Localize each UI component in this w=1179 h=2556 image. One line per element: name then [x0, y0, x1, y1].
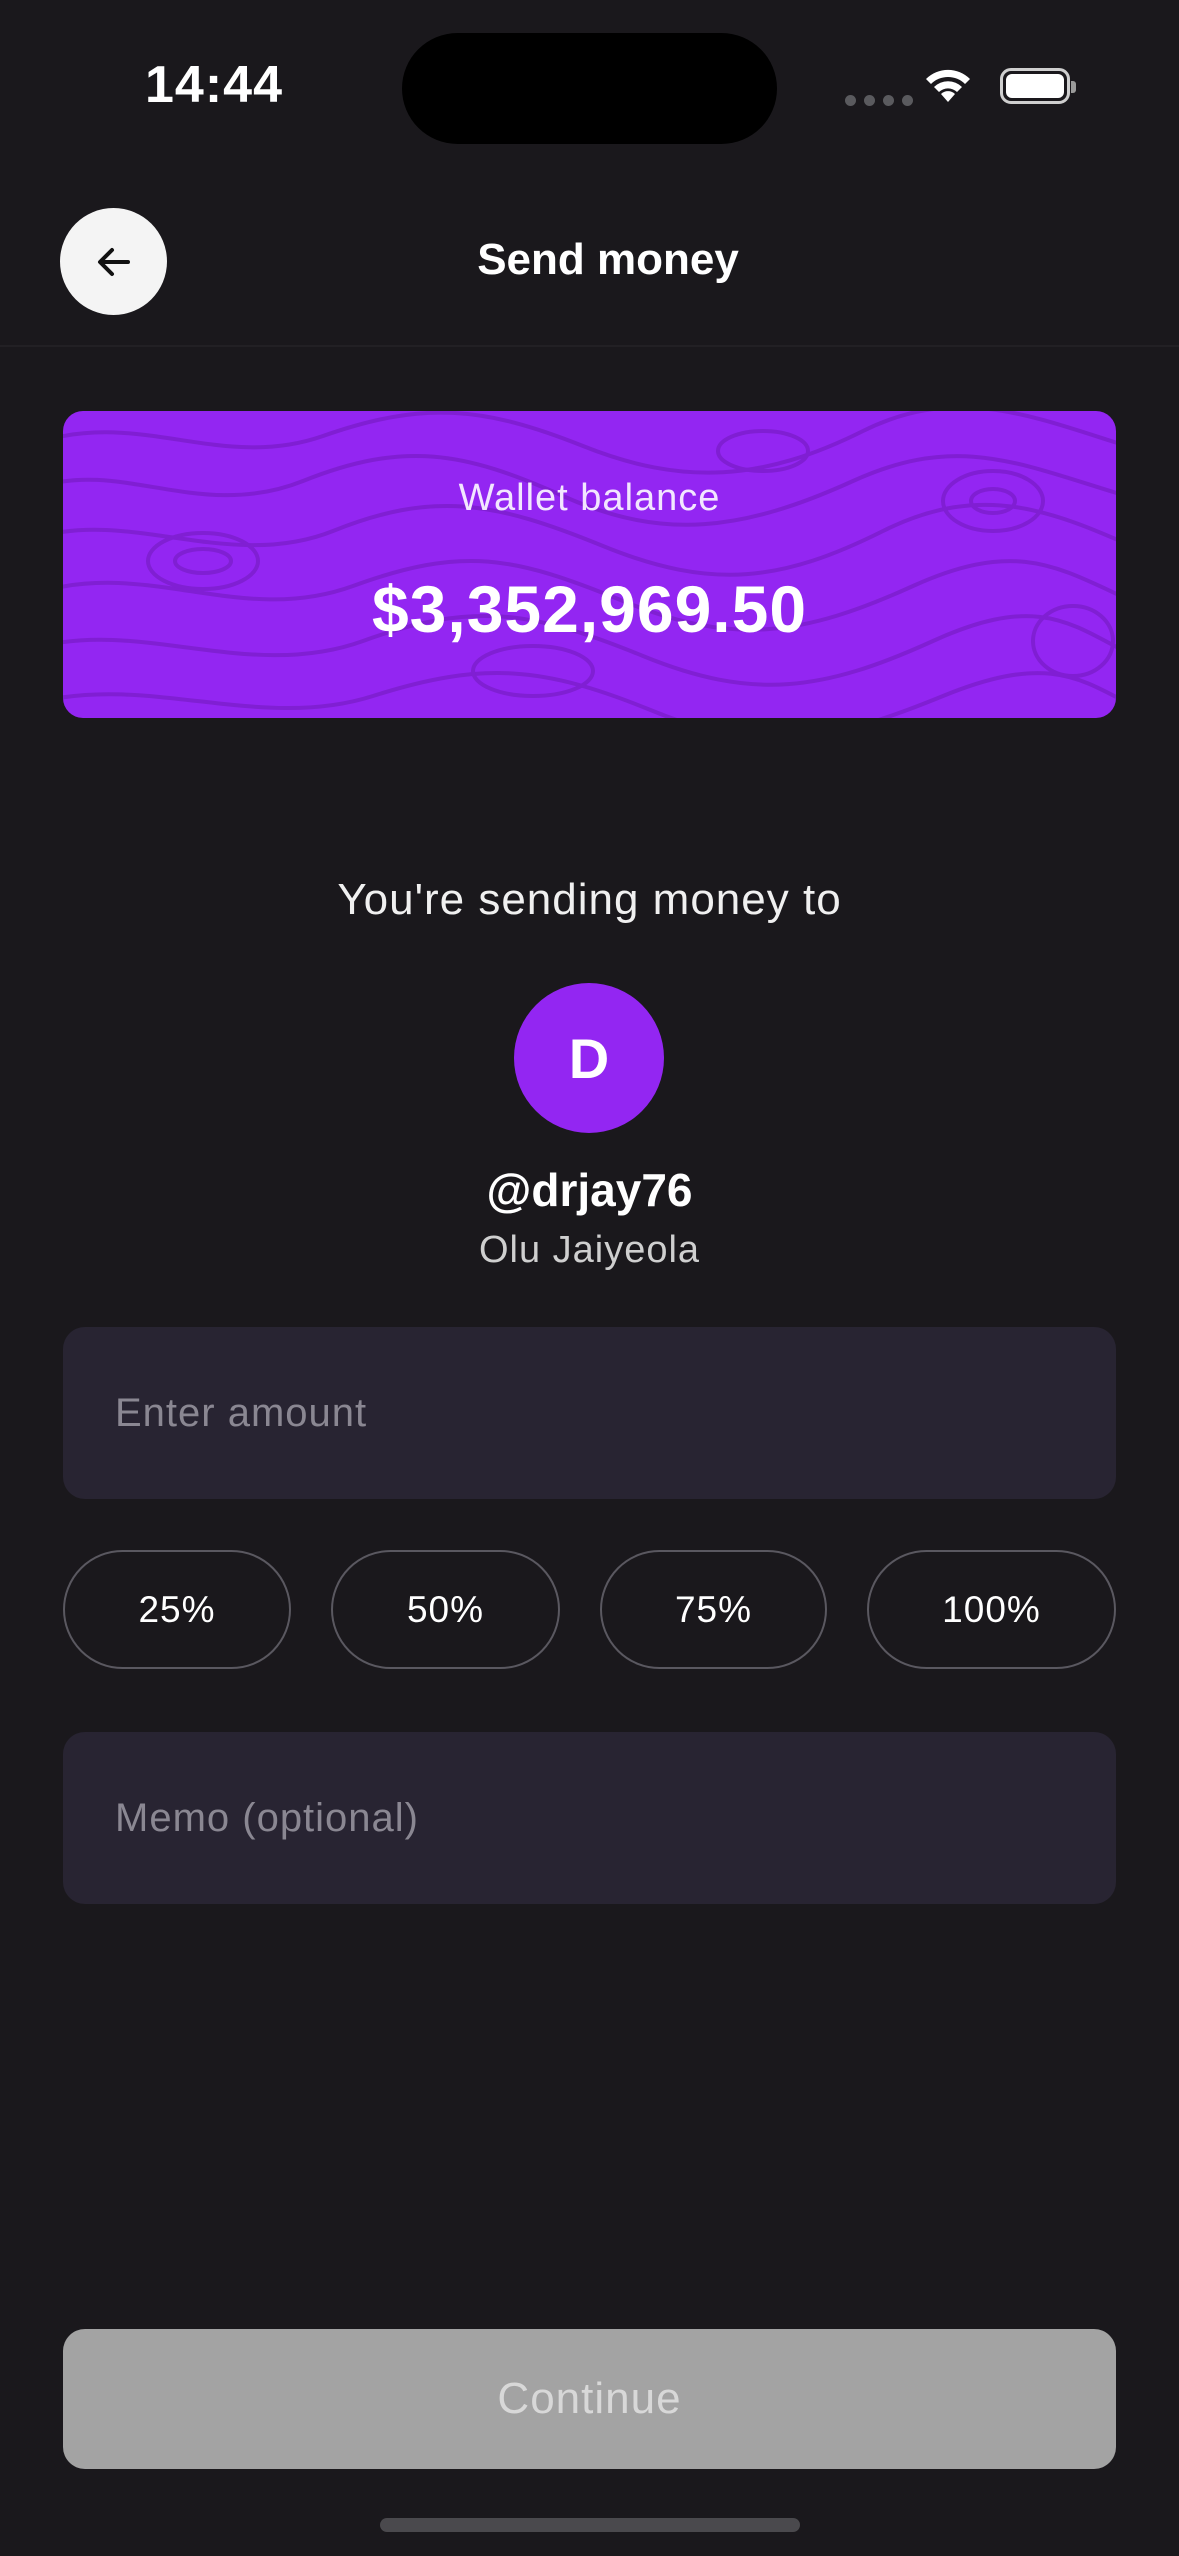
topographic-pattern: [63, 411, 1116, 718]
amount-input[interactable]: [63, 1327, 1116, 1499]
wifi-icon: [922, 66, 974, 111]
status-time: 14:44: [145, 56, 283, 114]
page-title: Send money: [477, 235, 739, 284]
recipient-avatar: D: [514, 983, 664, 1133]
wallet-balance-card: Wallet balance $3,352,969.50: [63, 411, 1116, 718]
percent-75-button[interactable]: 75%: [600, 1550, 827, 1669]
wallet-balance-amount: $3,352,969.50: [371, 572, 808, 646]
recipient-username: @drjay76: [486, 1164, 693, 1216]
nav-header: Send money: [0, 205, 1179, 347]
status-bar: 14:44: [0, 0, 1179, 150]
home-indicator: [380, 2518, 800, 2532]
sending-to-label: You're sending money to: [337, 875, 842, 924]
percent-25-button[interactable]: 25%: [63, 1550, 291, 1669]
battery-icon: [1000, 68, 1076, 104]
percent-50-button[interactable]: 50%: [331, 1550, 560, 1669]
wallet-balance-label: Wallet balance: [458, 477, 721, 519]
continue-button[interactable]: Continue: [63, 2329, 1116, 2469]
percent-options: 25% 50% 75% 100%: [0, 1550, 1179, 1669]
memo-input[interactable]: [63, 1732, 1116, 1904]
cellular-signal-icon: [845, 95, 913, 106]
percent-100-button[interactable]: 100%: [867, 1550, 1116, 1669]
dynamic-island: [402, 33, 777, 144]
recipient-full-name: Olu Jaiyeola: [478, 1229, 701, 1271]
